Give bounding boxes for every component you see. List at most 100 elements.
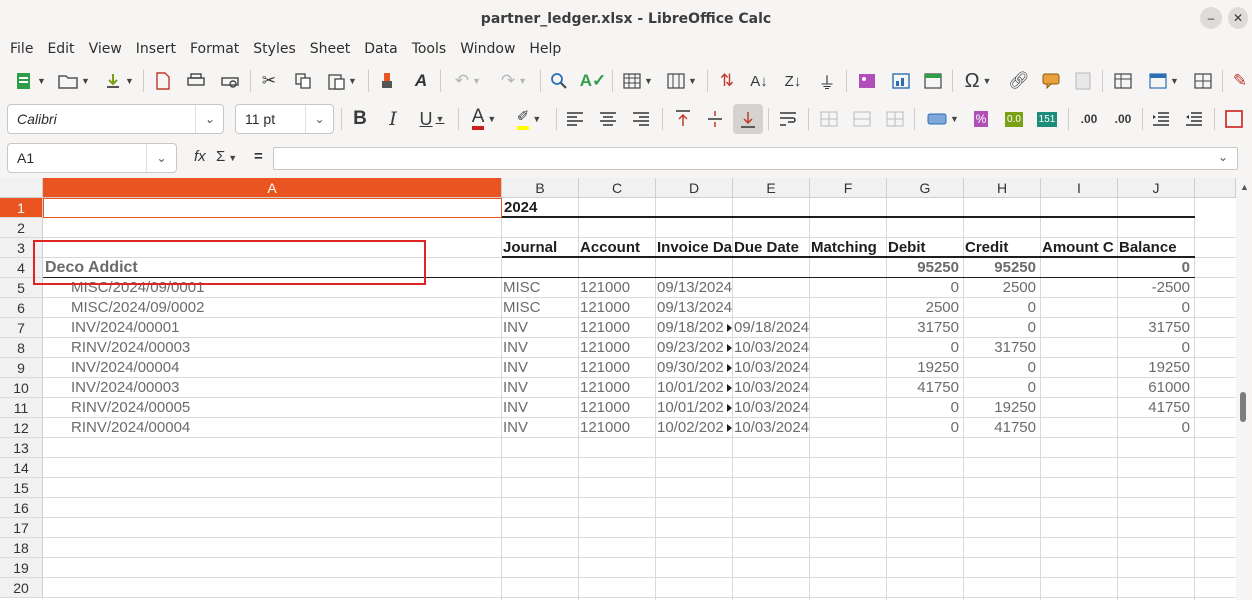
chevron-down-icon[interactable]: ⌄ [146,144,176,172]
borders-button[interactable] [1221,106,1247,132]
row-header-10[interactable]: 10 [0,378,43,398]
entry-due-date[interactable]: 10/03/2024 [734,418,814,438]
new-document-button[interactable]: ▼ [10,68,50,94]
sort-descending-button[interactable]: Z↓ [780,68,806,94]
entry-credit[interactable]: 19250 [964,398,1040,418]
row-header-19[interactable]: 19 [0,558,43,578]
entry-journal[interactable]: MISC [503,298,578,318]
number-format-date-button[interactable]: 151 [1035,106,1059,132]
entry-ref[interactable]: RINV/2024/00003 [71,338,501,358]
wrap-text-button[interactable] [775,106,801,132]
row-header-12[interactable]: 12 [0,418,43,438]
entry-balance[interactable]: 0 [1118,298,1194,318]
header-matching[interactable]: Matching [811,238,886,258]
function-wizard-button[interactable]: fx [194,148,206,165]
row-header-5[interactable]: 5 [0,278,43,298]
column-header-d[interactable]: D [656,178,733,198]
entry-journal[interactable]: INV [503,318,578,338]
align-bottom-button[interactable] [733,104,763,134]
decrease-indent-button[interactable] [1181,106,1207,132]
entry-journal[interactable]: MISC [503,278,578,298]
chevron-down-icon[interactable]: ⌄ [305,105,333,133]
increase-indent-button[interactable] [1148,106,1174,132]
header-footer-button[interactable] [1070,68,1096,94]
entry-invoice-date[interactable]: 10/01/202 [657,378,728,398]
entry-balance[interactable]: -2500 [1118,278,1194,298]
align-center-button[interactable] [595,106,621,132]
number-format-percent-button[interactable]: % [970,106,992,132]
row-header-18[interactable]: 18 [0,538,43,558]
sort-button[interactable]: ⇅ [714,68,740,94]
entry-account[interactable]: 121000 [580,338,655,358]
entry-balance[interactable]: 61000 [1118,378,1194,398]
entry-ref[interactable]: RINV/2024/00004 [71,418,501,438]
define-print-area-button[interactable] [1110,68,1136,94]
entry-invoice-date[interactable]: 10/01/202 [657,398,728,418]
vertical-scrollbar[interactable] [1236,178,1252,600]
select-function-button[interactable]: Σ ▼ [216,148,242,165]
column-button[interactable]: ▼ [662,68,702,94]
column-header-e[interactable]: E [733,178,810,198]
column-header-f[interactable]: F [810,178,887,198]
name-box[interactable]: A1 ⌄ [7,143,177,173]
spreadsheet-grid[interactable]: A B C D E F G H I J 1 2 3 4 5 6 7 8 9 10… [0,178,1252,600]
header-due-date[interactable]: Due Date [734,238,809,258]
copy-button[interactable] [290,68,316,94]
entry-journal[interactable]: INV [503,338,578,358]
entry-invoice-date[interactable]: 09/13/2024 [657,298,767,318]
entry-ref[interactable]: RINV/2024/00005 [71,398,501,418]
row-header-14[interactable]: 14 [0,458,43,478]
row-header-13[interactable]: 13 [0,438,43,458]
entry-balance[interactable]: 0 [1118,338,1194,358]
row-header-1[interactable]: 1 [0,198,43,218]
year-cell[interactable]: 2024 [503,198,579,218]
comment-button[interactable] [1038,68,1064,94]
menu-styles[interactable]: Styles [246,38,302,60]
entry-balance[interactable]: 0 [1118,418,1194,438]
menu-file[interactable]: File [3,38,40,60]
show-draw-functions-button[interactable]: ✎ [1228,68,1252,94]
export-pdf-button[interactable] [150,68,176,94]
row-header-15[interactable]: 15 [0,478,43,498]
entry-journal[interactable]: INV [503,418,578,438]
entry-account[interactable]: 121000 [580,278,655,298]
entry-due-date[interactable]: 10/03/2024 [734,378,814,398]
menu-data[interactable]: Data [357,38,404,60]
align-right-button[interactable] [628,106,654,132]
save-button[interactable]: ▼ [100,68,138,94]
align-left-button[interactable] [562,106,588,132]
underline-button[interactable]: U ▼ [412,106,452,132]
open-button[interactable]: ▼ [54,68,94,94]
row-header-2[interactable]: 2 [0,218,43,238]
font-name-box[interactable]: Calibri ⌄ [7,104,224,134]
row-header-4[interactable]: 4 [0,258,43,278]
formula-input[interactable] [273,147,1238,170]
column-header-c[interactable]: C [579,178,656,198]
entry-journal[interactable]: INV [503,378,578,398]
sort-ascending-button[interactable]: A↓ [746,68,772,94]
entry-due-date[interactable]: 10/03/2024 [734,338,814,358]
entry-credit[interactable]: 2500 [964,278,1040,298]
entry-journal[interactable]: INV [503,398,578,418]
align-top-button[interactable] [670,106,696,132]
entry-ref[interactable]: INV/2024/00004 [71,358,501,378]
minimize-button[interactable]: – [1200,7,1222,29]
menu-format[interactable]: Format [183,38,246,60]
entry-debit[interactable]: 19250 [887,358,963,378]
bold-button[interactable]: B [347,106,373,132]
column-header-k[interactable] [1195,178,1236,198]
insert-image-button[interactable] [854,68,880,94]
entry-account[interactable]: 121000 [580,398,655,418]
entry-due-date[interactable]: 09/18/2024 [734,318,814,338]
column-header-h[interactable]: H [964,178,1041,198]
number-format-currency-button[interactable]: ▼ [922,106,964,132]
partner-credit-total[interactable]: 95250 [964,258,1040,278]
special-character-button[interactable]: Ω ▼ [958,68,998,94]
menu-window[interactable]: Window [453,38,522,60]
entry-ref[interactable]: INV/2024/00003 [71,378,501,398]
menu-sheet[interactable]: Sheet [303,38,357,60]
center-vertically-button[interactable] [702,106,728,132]
redo-button[interactable]: ↷ ▼ [492,68,536,94]
row-header-6[interactable]: 6 [0,298,43,318]
unmerge-cells-button[interactable] [882,106,908,132]
